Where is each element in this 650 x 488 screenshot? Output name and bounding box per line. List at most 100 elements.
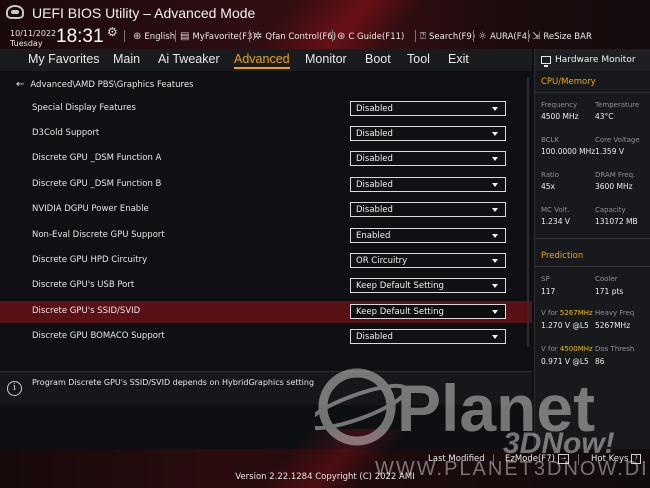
- search-icon: ⍰: [420, 31, 426, 42]
- setting-row[interactable]: Special Display Features Disabled: [0, 98, 532, 120]
- footer-divider: [493, 454, 494, 465]
- setting-dropdown[interactable]: OR Circuitry: [350, 253, 506, 268]
- hw-key: Core Voltage: [595, 136, 640, 144]
- setting-dropdown[interactable]: Disabled: [350, 151, 506, 166]
- hw-value: 1.234 V: [541, 217, 570, 226]
- header-divider: [528, 30, 529, 42]
- setting-label: Special Display Features: [32, 103, 136, 113]
- header-divider: [473, 30, 474, 42]
- setting-row[interactable]: Discrete GPU HPD Circuitry OR Circuitry: [0, 250, 532, 272]
- chevron-down-icon: [492, 208, 498, 212]
- setting-dropdown[interactable]: Disabled: [350, 202, 506, 217]
- hw-key: Frequency: [541, 101, 578, 109]
- setting-dropdown[interactable]: Keep Default Setting: [350, 278, 506, 293]
- guide-label: C Guide(F11): [348, 31, 405, 42]
- header-divider: [175, 30, 176, 42]
- setting-label: Discrete GPU BOMACO Support: [32, 331, 165, 341]
- resize-bar-button[interactable]: ⇲ ReSize BAR: [532, 31, 592, 42]
- settings-panel: ← Advanced\AMD PBS\Graphics Features Spe…: [0, 71, 532, 371]
- last-modified-button[interactable]: Last Modified: [428, 454, 485, 464]
- dropdown-value: Enabled: [356, 231, 391, 241]
- prediction-section-title: Prediction: [541, 251, 584, 261]
- hw-value: 5267MHz: [595, 321, 631, 330]
- header-divider: [249, 30, 250, 42]
- myfavorite-button[interactable]: ▤ MyFavorite(F3): [180, 31, 256, 42]
- setting-row[interactable]: Discrete GPU _DSM Function A Disabled: [0, 148, 532, 170]
- setting-row[interactable]: NVIDIA DGPU Power Enable Disabled: [0, 199, 532, 221]
- monitor-icon: [541, 56, 551, 67]
- setting-row[interactable]: Discrete GPU _DSM Function B Disabled: [0, 174, 532, 196]
- help-text: Program Discrete GPU's SSID/SVID depends…: [32, 378, 315, 387]
- setting-dropdown[interactable]: Keep Default Setting: [350, 304, 506, 319]
- footer-divider: [578, 454, 579, 465]
- header-bar: UEFI BIOS Utility – Advanced Mode 10/11/…: [0, 0, 650, 49]
- chevron-down-icon: [492, 310, 498, 314]
- section-divider: [535, 238, 650, 239]
- tab-ai-tweaker[interactable]: Ai Tweaker: [158, 52, 220, 66]
- dropdown-value: Disabled: [356, 129, 393, 139]
- qfan-control-button[interactable]: ✲ Qfan Control(F6): [254, 31, 336, 42]
- setting-dropdown[interactable]: Disabled: [350, 101, 506, 116]
- hot-keys-button[interactable]: Hot Keys ?: [591, 454, 641, 464]
- hw-key-voltage-for: V for 4500MHz: [541, 345, 593, 353]
- hardware-monitor-title: Hardware Monitor: [555, 55, 636, 65]
- setting-row[interactable]: Discrete GPU BOMACO Support Disabled: [0, 326, 532, 348]
- hw-key-highlight: 5267MHz: [559, 309, 593, 317]
- setting-dropdown[interactable]: Enabled: [350, 228, 506, 243]
- clock-settings-gear-icon[interactable]: ⚙: [107, 25, 118, 39]
- hw-value: 131072 MB: [595, 217, 638, 226]
- favorite-icon: ▤: [180, 31, 190, 42]
- setting-row-selected[interactable]: Discrete GPU's SSID/SVID Keep Default Se…: [0, 301, 532, 323]
- myfavorite-label: MyFavorite(F3): [192, 31, 256, 42]
- setting-dropdown[interactable]: Disabled: [350, 126, 506, 141]
- hw-value: 3600 MHz: [595, 182, 633, 191]
- tab-advanced[interactable]: Advanced: [234, 52, 290, 69]
- tab-boot[interactable]: Boot: [365, 52, 391, 66]
- dropdown-value: OR Circuitry: [356, 256, 408, 266]
- aura-button[interactable]: ☼ AURA(F4): [478, 31, 530, 42]
- dropdown-value: Disabled: [356, 104, 393, 114]
- tab-exit[interactable]: Exit: [448, 52, 469, 66]
- dropdown-value: Keep Default Setting: [356, 307, 444, 317]
- hw-key: Ratio: [541, 171, 559, 179]
- clock-time: 18:31: [56, 26, 104, 47]
- cpu-memory-section-title: CPU/Memory: [541, 77, 596, 87]
- tab-main[interactable]: Main: [113, 52, 140, 66]
- chevron-down-icon: [492, 259, 498, 263]
- setting-row[interactable]: Non-Eval Discrete GPU Support Enabled: [0, 225, 532, 247]
- hw-key: SP: [541, 275, 550, 283]
- settings-scrollbar[interactable]: [527, 77, 529, 347]
- setting-dropdown[interactable]: Disabled: [350, 329, 506, 344]
- hw-key-voltage-for: V for 5267MHz: [541, 309, 593, 317]
- hw-key-prefix: V for: [541, 309, 560, 317]
- back-arrow-icon[interactable]: ←: [16, 79, 24, 90]
- setting-row[interactable]: Discrete GPU's USB Port Keep Default Set…: [0, 275, 532, 297]
- aura-icon: ☼: [478, 31, 487, 42]
- language-label: English: [144, 31, 176, 42]
- setting-label: Discrete GPU _DSM Function B: [32, 179, 162, 189]
- help-key-icon: ?: [631, 454, 641, 464]
- hw-value: 171 pts: [595, 287, 624, 296]
- tab-monitor[interactable]: Monitor: [305, 52, 347, 66]
- dropdown-value: Disabled: [356, 180, 393, 190]
- hw-key: Cooler: [595, 275, 618, 283]
- globe-icon: ⊕: [133, 31, 142, 42]
- ezmode-button[interactable]: EzMode(F7) →: [505, 454, 569, 464]
- setting-label: Discrete GPU's SSID/SVID: [32, 306, 141, 316]
- language-button[interactable]: ⊕ English: [133, 31, 175, 42]
- search-button[interactable]: ⍰ Search(F9): [420, 31, 475, 42]
- guide-button[interactable]: ⊛ C Guide(F11): [337, 31, 404, 42]
- setting-row[interactable]: D3Cold Support Disabled: [0, 123, 532, 145]
- tab-tool[interactable]: Tool: [407, 52, 430, 66]
- qfan-control-label: Qfan Control(F6): [265, 31, 337, 42]
- breadcrumb-path: Advanced\AMD PBS\Graphics Features: [30, 79, 194, 90]
- section-divider: [535, 92, 650, 93]
- setting-label: D3Cold Support: [32, 128, 100, 138]
- setting-dropdown[interactable]: Disabled: [350, 177, 506, 192]
- tab-my-favorites[interactable]: My Favorites: [28, 52, 100, 66]
- hw-value: 43°C: [595, 112, 614, 121]
- hw-key: DRAM Freq.: [595, 171, 636, 179]
- date-text: 10/11/2022: [10, 29, 57, 38]
- dropdown-value: Disabled: [356, 332, 393, 342]
- dropdown-value: Keep Default Setting: [356, 281, 444, 291]
